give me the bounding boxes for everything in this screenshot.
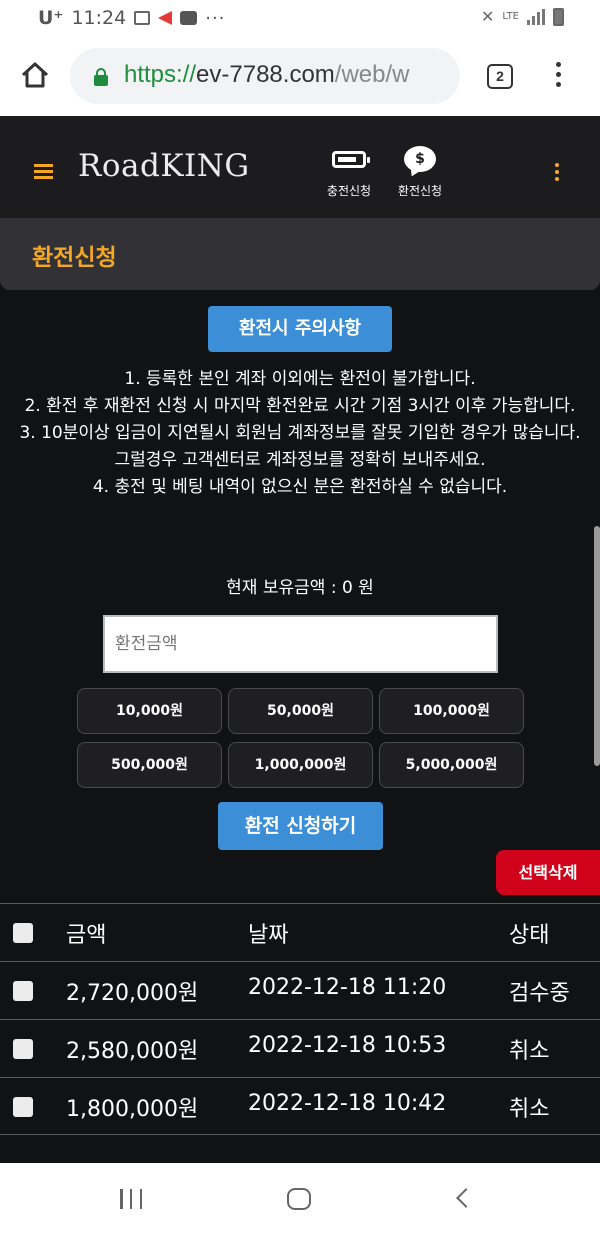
amount-button-50000[interactable]: 50,000원 bbox=[228, 688, 373, 734]
row-checkbox[interactable] bbox=[13, 1039, 33, 1059]
battery-icon bbox=[332, 150, 370, 168]
amount-button-1000000[interactable]: 1,000,000원 bbox=[228, 742, 373, 788]
row-checkbox[interactable] bbox=[13, 981, 33, 1001]
balance-text: 현재 보유금액 : 0 원 bbox=[226, 578, 374, 598]
carrier-label: U⁺ bbox=[38, 7, 64, 29]
deposit-request-button[interactable]: 충전신청 bbox=[309, 144, 389, 199]
system-nav-bar bbox=[0, 1163, 600, 1233]
chat-notification-icon bbox=[180, 11, 198, 25]
page-scrollbar[interactable] bbox=[594, 526, 600, 766]
row-status: 검수중 bbox=[509, 981, 570, 1006]
signal-icon bbox=[527, 8, 545, 25]
row-amount: 2,720,000원 bbox=[66, 981, 199, 1006]
notice-button[interactable]: 환전시 주의사항 bbox=[208, 306, 392, 352]
hamburger-menu-icon[interactable] bbox=[34, 164, 53, 179]
more-notifications-icon: ··· bbox=[205, 7, 226, 29]
lock-icon bbox=[94, 68, 108, 86]
status-bar: U⁺ 11:24 ··· ✕ LTE bbox=[0, 0, 600, 36]
notice-line-1: 1. 등록한 본인 계좌 이외에는 환전이 불가합니다. bbox=[124, 369, 476, 389]
table-row: 1,800,000원 2022-12-18 10:42 취소 bbox=[0, 1077, 600, 1135]
amount-button-10000[interactable]: 10,000원 bbox=[77, 688, 222, 734]
row-date: 2022-12-18 10:53 bbox=[248, 1033, 447, 1058]
row-checkbox[interactable] bbox=[13, 1097, 33, 1117]
notice-line-3: 3. 10분이상 입금이 지연될시 회원님 계좌정보를 잘못 기입한 경우가 많… bbox=[19, 423, 581, 443]
url-scheme: https:// bbox=[124, 61, 197, 88]
row-status: 취소 bbox=[509, 1097, 550, 1122]
amount-button-5000000[interactable]: 5,000,000원 bbox=[379, 742, 524, 788]
kebab-menu-icon[interactable] bbox=[553, 163, 561, 181]
select-all-checkbox[interactable] bbox=[13, 923, 33, 943]
battery-status-icon bbox=[553, 7, 564, 26]
row-amount: 1,800,000원 bbox=[66, 1097, 199, 1122]
page-title: 환전신청 bbox=[32, 245, 117, 271]
page: RoadKING 충전신청 $ 환전신청 환전신청 환전시 주의사항 1. 등록… bbox=[0, 116, 600, 1163]
row-date: 2022-12-18 10:42 bbox=[248, 1091, 447, 1116]
notice-text: 1. 등록한 본인 계좌 이외에는 환전이 불가합니다. 2. 환전 후 재환전… bbox=[0, 366, 600, 501]
table-row: 2,720,000원 2022-12-18 11:20 검수중 bbox=[0, 961, 600, 1019]
deposit-request-label: 충전신청 bbox=[326, 184, 372, 198]
notice-line-5: 4. 충전 및 베팅 내역이 없으신 분은 환전하실 수 없습니다. bbox=[92, 477, 508, 497]
header-date: 날짜 bbox=[248, 923, 289, 948]
address-bar[interactable]: https://ev-7788.com/web/w bbox=[70, 48, 460, 104]
back-icon[interactable] bbox=[456, 1188, 476, 1208]
row-status: 취소 bbox=[509, 1039, 550, 1064]
browser-toolbar: https://ev-7788.com/web/w 2 bbox=[0, 36, 600, 116]
site-logo[interactable]: RoadKING bbox=[78, 148, 250, 184]
withdraw-request-label: 환전신청 bbox=[397, 184, 443, 198]
delete-selected-button[interactable]: 선택삭제 bbox=[496, 850, 600, 895]
amount-button-500000[interactable]: 500,000원 bbox=[77, 742, 222, 788]
gallery-notification-icon bbox=[134, 11, 151, 25]
row-amount: 2,580,000원 bbox=[66, 1039, 199, 1064]
amount-button-100000[interactable]: 100,000원 bbox=[379, 688, 524, 734]
home-nav-icon[interactable] bbox=[287, 1188, 311, 1210]
status-right: ✕ LTE bbox=[481, 7, 564, 26]
withdraw-amount-input[interactable] bbox=[103, 615, 498, 673]
site-header: RoadKING 충전신청 $ 환전신청 bbox=[0, 116, 600, 218]
mute-icon: ✕ bbox=[480, 7, 495, 26]
network-type: LTE bbox=[502, 10, 519, 22]
url-host: ev-7788.com bbox=[196, 61, 335, 88]
notice-line-4: 그럴경우 고객센터로 계좌정보를 정확히 보내주세요. bbox=[114, 450, 486, 470]
browser-menu-icon[interactable] bbox=[554, 62, 562, 92]
table-row: 2,580,000원 2022-12-18 10:53 취소 bbox=[0, 1019, 600, 1077]
header-amount: 금액 bbox=[66, 923, 107, 948]
table-header-row: 금액 날짜 상태 bbox=[0, 903, 600, 961]
dollar-chat-icon: $ bbox=[404, 146, 436, 172]
withdraw-history-table: 금액 날짜 상태 2,720,000원 2022-12-18 11:20 검수중… bbox=[0, 903, 600, 1135]
row-date: 2022-12-18 11:20 bbox=[248, 975, 447, 1000]
url-path: /web/w bbox=[334, 61, 410, 88]
tab-switcher-button[interactable]: 2 bbox=[487, 64, 513, 89]
recent-apps-icon[interactable] bbox=[120, 1189, 142, 1209]
megaphone-notification-icon bbox=[158, 11, 173, 25]
notice-line-2: 2. 환전 후 재환전 신청 시 마지막 환전완료 시간 기점 3시간 이후 가… bbox=[24, 396, 576, 416]
title-bar: 환전신청 bbox=[0, 218, 600, 290]
submit-withdraw-button[interactable]: 환전 신청하기 bbox=[218, 802, 383, 850]
header-status: 상태 bbox=[509, 923, 550, 948]
clock: 11:24 bbox=[71, 7, 127, 29]
home-icon[interactable] bbox=[20, 60, 50, 90]
url-text: https://ev-7788.com/web/w bbox=[124, 61, 410, 89]
status-left: U⁺ 11:24 ··· bbox=[38, 7, 225, 29]
withdraw-request-button[interactable]: $ 환전신청 bbox=[380, 144, 460, 199]
